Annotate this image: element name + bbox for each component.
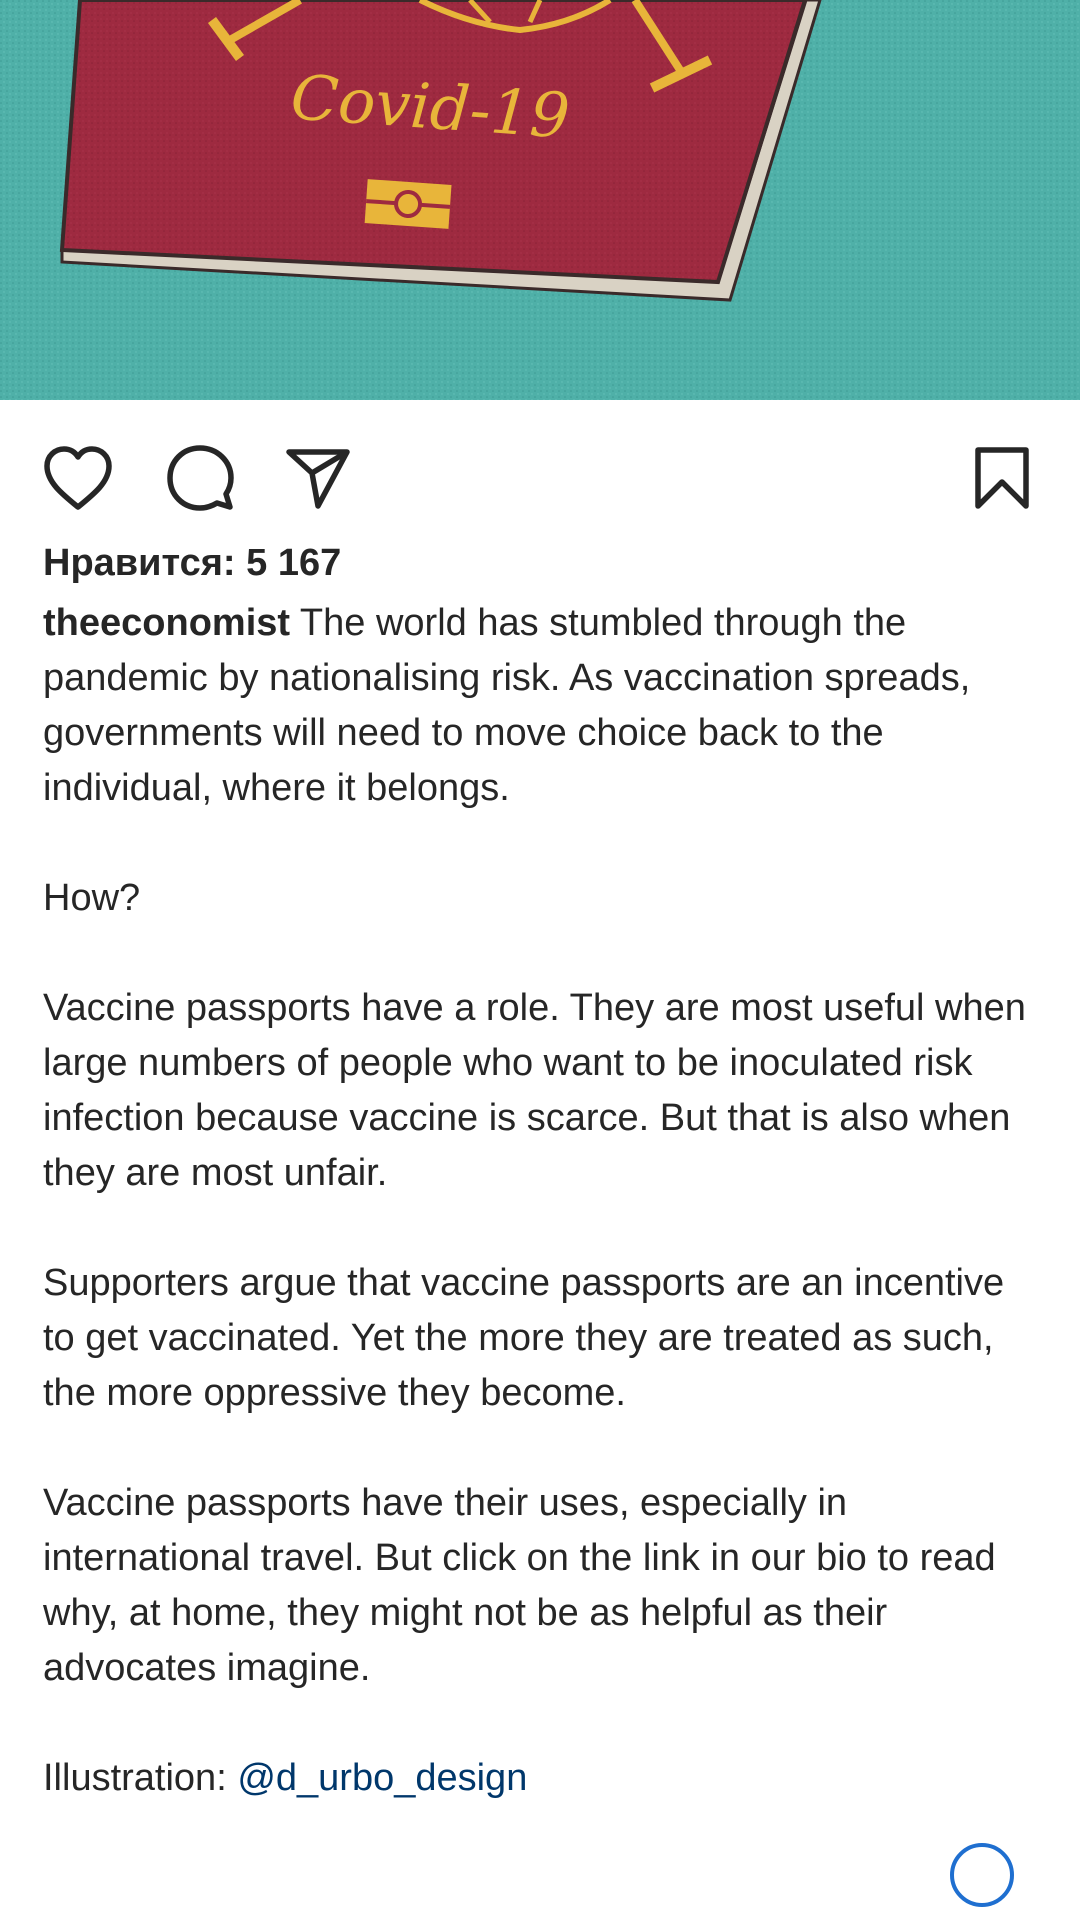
paper-plane-icon <box>286 449 350 509</box>
caption-paragraph: theeconomist The world has stumbled thro… <box>43 596 1043 816</box>
comment-icon <box>167 445 234 511</box>
bookmark-icon <box>975 447 1029 509</box>
caption-paragraph: How? <box>43 877 141 919</box>
post-image[interactable]: Covid-19 <box>0 0 1080 400</box>
caption-paragraph: Vaccine passports have a role. They are … <box>43 987 1026 1194</box>
passport-illustration: Covid-19 <box>0 0 1080 400</box>
heart-icon <box>44 446 112 510</box>
likes-count[interactable]: Нравится: 5 167 <box>43 538 341 588</box>
illustration-mention-link[interactable]: @d_urbo_design <box>237 1757 527 1799</box>
illustration-label: Illustration: <box>43 1757 227 1799</box>
save-button[interactable] <box>962 438 1042 518</box>
caption-paragraph: Supporters argue that vaccine passports … <box>43 1262 1005 1414</box>
comment-button[interactable] <box>160 438 240 518</box>
share-button[interactable] <box>278 438 358 518</box>
post-action-bar <box>0 400 1080 540</box>
caption-paragraph: Vaccine passports have their uses, espec… <box>43 1482 996 1689</box>
caption-paragraph: Illustration: @d_urbo_design <box>43 1751 1043 1806</box>
caption-username[interactable]: theeconomist <box>43 602 290 644</box>
post-caption: theeconomist The world has stumbled thro… <box>43 596 1043 1806</box>
like-button[interactable] <box>38 438 118 518</box>
